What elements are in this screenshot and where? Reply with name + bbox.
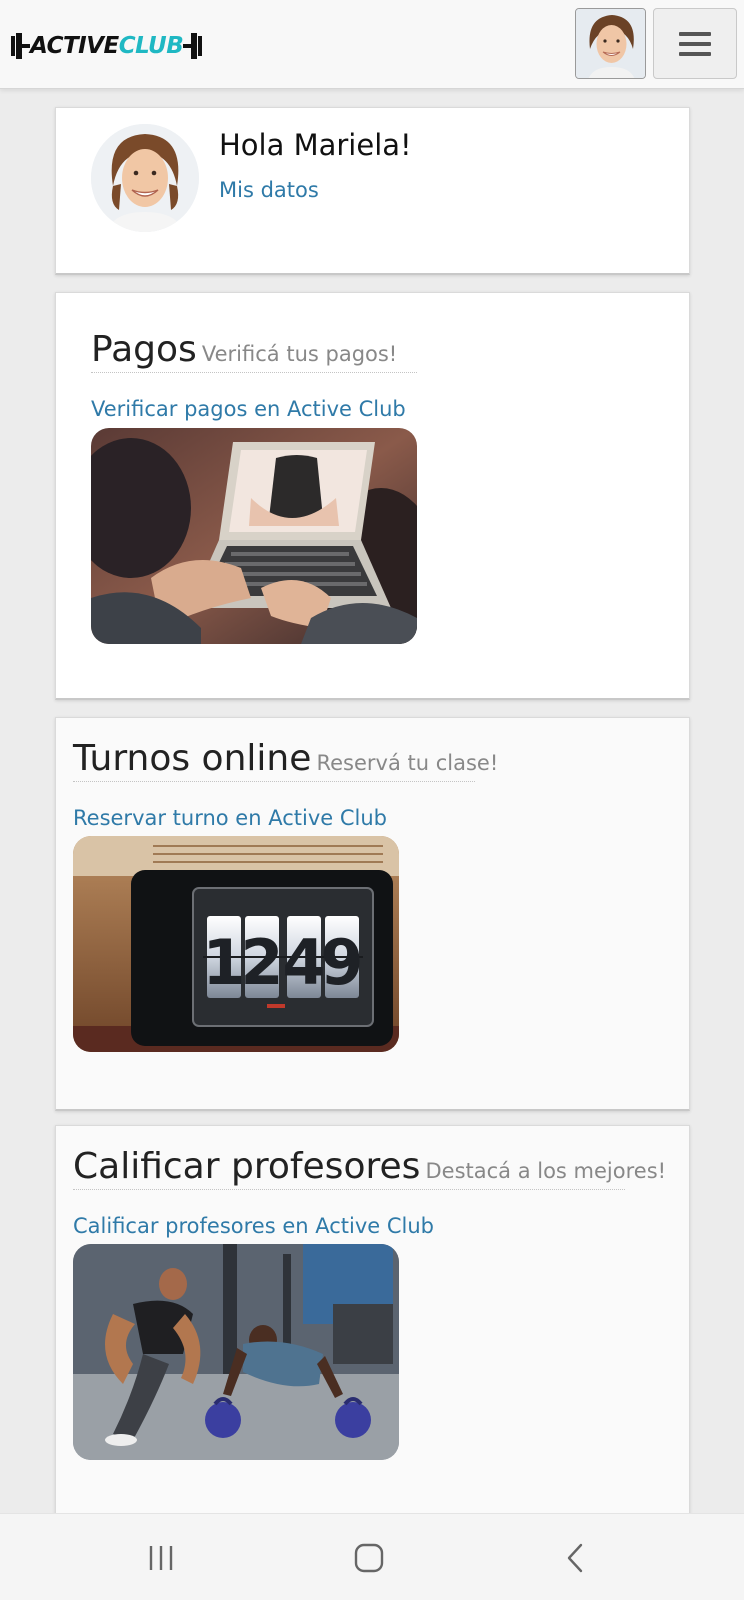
home-icon xyxy=(354,1543,384,1573)
dumbbell-left-handle xyxy=(22,44,30,48)
payments-subtitle: Verificá tus pagos! xyxy=(201,342,398,366)
clock-digit-4: 9 xyxy=(320,926,363,999)
brand-logo[interactable]: ACTIVE CLUB xyxy=(11,30,203,62)
clock-digit-3: 4 xyxy=(282,926,325,999)
profile-photo-image xyxy=(91,124,199,232)
dumbbell-right-end xyxy=(198,36,203,56)
shifts-subtitle: Reservá tu clase! xyxy=(316,751,499,775)
hamburger-menu-button[interactable] xyxy=(653,8,737,79)
flip-clock-image: 1 2 4 9 xyxy=(73,836,399,1052)
clock-digit-1: 1 xyxy=(202,926,245,999)
back-button[interactable] xyxy=(553,1534,601,1582)
rate-trainers-subtitle: Destacá a los mejores! xyxy=(425,1159,667,1183)
top-navbar: ACTIVE CLUB xyxy=(0,0,744,89)
dumbbell-right-handle xyxy=(183,44,192,48)
shifts-image[interactable]: 1 2 4 9 xyxy=(73,836,399,1052)
system-navigation-bar xyxy=(0,1513,744,1600)
payments-heading: Pagos Verificá tus pagos! xyxy=(91,329,417,373)
home-button[interactable] xyxy=(345,1534,393,1582)
trainer-kettlebell-image xyxy=(73,1244,399,1460)
shifts-heading: Turnos online Reservá tu clase! xyxy=(73,738,498,782)
clock-digit-2: 2 xyxy=(240,926,283,999)
hamburger-icon-line-1 xyxy=(679,31,711,36)
hamburger-icon-line-2 xyxy=(679,41,711,46)
rate-trainers-link[interactable]: Calificar profesores en Active Club xyxy=(73,1214,434,1238)
shifts-card: Turnos online Reservá tu clase! Reservar… xyxy=(55,717,690,1111)
greeting-title: Hola Mariela! xyxy=(219,128,412,162)
dumbbell-right-plate xyxy=(191,33,198,59)
back-icon xyxy=(567,1543,583,1573)
payments-card: Pagos Verificá tus pagos! Verificar pago… xyxy=(55,292,690,700)
rate-trainers-card: Calificar profesores Destacá a los mejor… xyxy=(55,1125,690,1519)
user-avatar-icon xyxy=(576,9,645,78)
rate-trainers-title: Calificar profesores xyxy=(73,1146,421,1187)
greeting-card: Hola Mariela! Mis datos xyxy=(55,107,690,275)
profile-photo xyxy=(91,124,199,232)
user-avatar-button[interactable] xyxy=(575,8,646,79)
book-shift-link[interactable]: Reservar turno en Active Club xyxy=(73,806,387,830)
hamburger-icon-line-3 xyxy=(679,51,711,56)
payments-image[interactable] xyxy=(91,428,417,644)
shifts-title: Turnos online xyxy=(73,738,312,779)
verify-payments-link[interactable]: Verificar pagos en Active Club xyxy=(91,397,406,421)
brand-text-active: ACTIVE xyxy=(30,33,119,59)
my-data-link[interactable]: Mis datos xyxy=(219,178,319,202)
clock-digits: 1 2 4 9 xyxy=(202,916,364,999)
payments-title: Pagos xyxy=(91,329,197,370)
brand-text-club: CLUB xyxy=(118,33,184,59)
recent-apps-button[interactable] xyxy=(137,1534,185,1582)
dumbbell-left-end xyxy=(11,36,15,56)
recent-apps-icon xyxy=(149,1546,173,1570)
rate-trainers-image[interactable] xyxy=(73,1244,399,1460)
laptop-payment-image xyxy=(91,428,417,644)
rate-trainers-heading: Calificar profesores Destacá a los mejor… xyxy=(73,1146,666,1190)
